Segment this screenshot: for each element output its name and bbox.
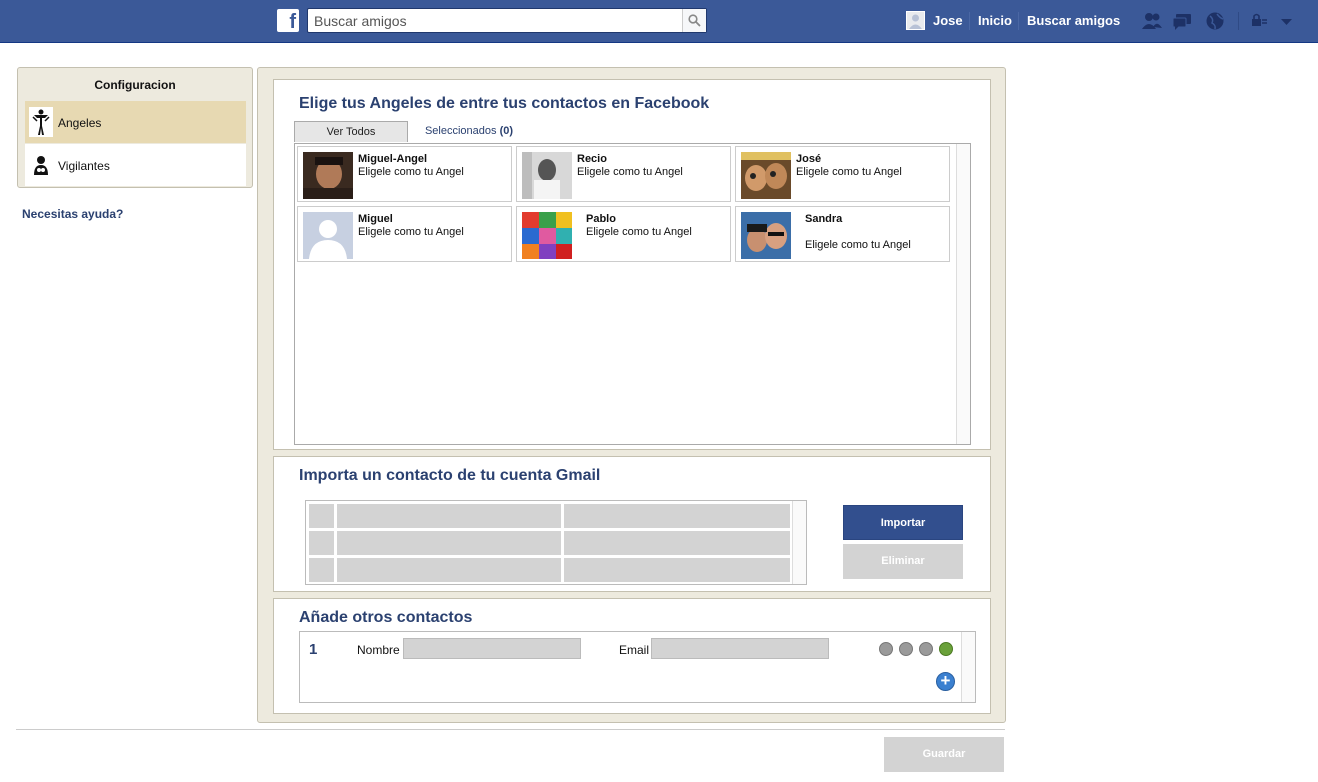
mail-icon[interactable] bbox=[899, 642, 913, 656]
add-contact-plus-icon[interactable]: + bbox=[936, 672, 955, 691]
delete-button[interactable]: Eliminar bbox=[843, 544, 963, 579]
add-contact-form bbox=[299, 631, 976, 703]
table-cell[interactable] bbox=[309, 558, 334, 582]
facebook-logo-icon[interactable]: f bbox=[277, 9, 299, 32]
edit-icon[interactable] bbox=[939, 642, 953, 656]
table-cell[interactable] bbox=[337, 558, 561, 582]
table-cell[interactable] bbox=[564, 531, 790, 555]
email-field[interactable] bbox=[651, 638, 829, 659]
contact-card[interactable]: Pablo Eligele como tu Angel bbox=[516, 206, 731, 262]
choose-angel-link[interactable]: Eligele como tu Angel bbox=[796, 166, 902, 178]
save-button[interactable]: Guardar bbox=[884, 737, 1004, 772]
messages-icon[interactable] bbox=[1172, 11, 1194, 31]
tab-ver-todos[interactable]: Ver Todos bbox=[294, 121, 408, 142]
phone-icon[interactable] bbox=[879, 642, 893, 656]
sidebar-title: Configuracion bbox=[94, 78, 176, 92]
sidebar-item-label: Angeles bbox=[58, 116, 102, 130]
contacts-scrollbar[interactable] bbox=[956, 144, 970, 444]
settings-sidebar: Configuracion Angeles Vigilantes bbox=[17, 67, 253, 188]
search-icon bbox=[688, 14, 701, 27]
gmail-section-title: Importa un contacto de tu cuenta Gmail bbox=[299, 467, 601, 484]
contact-photo bbox=[303, 152, 353, 199]
help-link[interactable]: Necesitas ayuda? bbox=[22, 207, 123, 221]
name-label: Nombre bbox=[357, 643, 400, 657]
top-navigation-bar: f Jose Inicio Buscar amigos bbox=[0, 0, 1318, 43]
choose-angel-link[interactable]: Eligele como tu Angel bbox=[358, 166, 464, 178]
tab-seleccionados[interactable]: Seleccionados (0) bbox=[414, 121, 524, 142]
table-cell[interactable] bbox=[309, 531, 334, 555]
find-friends-link[interactable]: Buscar amigos bbox=[1027, 13, 1120, 28]
contact-card[interactable]: Miguel Eligele como tu Angel bbox=[297, 206, 512, 262]
contact-card[interactable]: Recio Eligele como tu Angel bbox=[516, 146, 731, 202]
choose-angel-link[interactable]: Eligele como tu Angel bbox=[358, 226, 464, 238]
notifications-globe-icon[interactable] bbox=[1204, 11, 1226, 31]
angel-figure-icon bbox=[29, 107, 53, 137]
table-cell[interactable] bbox=[564, 504, 790, 528]
chat-icon[interactable] bbox=[919, 642, 933, 656]
selected-count: (0) bbox=[499, 125, 514, 137]
contact-name: Pablo bbox=[586, 213, 616, 225]
user-name-link[interactable]: Jose bbox=[933, 13, 963, 28]
sidebar-item-angeles[interactable]: Angeles bbox=[25, 101, 246, 143]
contact-name: Miguel bbox=[358, 213, 393, 225]
friend-requests-icon[interactable] bbox=[1141, 11, 1163, 31]
search-input[interactable] bbox=[308, 9, 684, 32]
account-menu-icon[interactable] bbox=[1277, 11, 1299, 31]
contact-photo bbox=[741, 212, 791, 259]
contact-photo bbox=[522, 152, 572, 199]
form-scrollbar[interactable] bbox=[961, 632, 975, 702]
import-button[interactable]: Importar bbox=[843, 505, 963, 540]
choose-angel-link[interactable]: Eligele como tu Angel bbox=[577, 166, 683, 178]
contact-photo bbox=[522, 212, 572, 259]
table-scrollbar[interactable] bbox=[792, 501, 806, 584]
home-link[interactable]: Inicio bbox=[978, 13, 1012, 28]
contact-photo bbox=[741, 152, 791, 199]
tab-seleccionados-label: Seleccionados bbox=[424, 125, 500, 137]
user-avatar[interactable] bbox=[906, 11, 925, 30]
contact-card[interactable]: José Eligele como tu Angel bbox=[735, 146, 950, 202]
email-label: Email bbox=[619, 643, 650, 657]
other-contacts-title: Añade otros contactos bbox=[299, 609, 473, 626]
nav-divider bbox=[969, 12, 970, 30]
search-button[interactable] bbox=[682, 9, 706, 32]
choose-angel-link[interactable]: Eligele como tu Angel bbox=[586, 226, 692, 238]
name-field[interactable] bbox=[403, 638, 581, 659]
search-box bbox=[307, 8, 707, 33]
contact-name: Miguel-Angel bbox=[358, 153, 428, 165]
footer-divider bbox=[16, 729, 1005, 730]
table-cell[interactable] bbox=[337, 504, 561, 528]
choose-angel-link[interactable]: Eligele como tu Angel bbox=[805, 239, 911, 251]
table-cell[interactable] bbox=[564, 558, 790, 582]
facebook-section-title: Elige tus Angeles de entre tus contactos… bbox=[299, 95, 710, 112]
contact-card[interactable]: Sandra Eligele como tu Angel bbox=[735, 206, 950, 262]
default-avatar bbox=[303, 212, 353, 259]
guardian-icon bbox=[29, 150, 53, 180]
gmail-contacts-table bbox=[305, 500, 807, 585]
nav-divider bbox=[1238, 12, 1239, 30]
contact-name: Recio bbox=[577, 153, 607, 165]
contact-name: Sandra bbox=[805, 213, 843, 225]
sidebar-item-label: Vigilantes bbox=[58, 159, 110, 173]
nav-divider bbox=[1018, 12, 1019, 30]
privacy-shortcuts-icon[interactable] bbox=[1250, 11, 1272, 31]
table-cell[interactable] bbox=[337, 531, 561, 555]
contact-name: José bbox=[796, 153, 822, 165]
row-number: 1 bbox=[309, 641, 318, 658]
contact-card[interactable]: Miguel-Angel Eligele como tu Angel bbox=[297, 146, 512, 202]
sidebar-item-vigilantes[interactable]: Vigilantes bbox=[25, 144, 246, 186]
table-cell[interactable] bbox=[309, 504, 334, 528]
